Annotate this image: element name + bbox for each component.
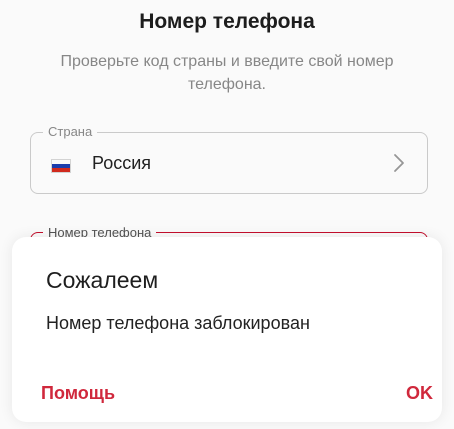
help-button[interactable]: Помощь	[41, 383, 115, 404]
error-dialog: Сожалеем Номер телефона заблокирован Пом…	[12, 237, 442, 422]
ok-button[interactable]: OK	[406, 383, 433, 404]
dialog-message: Номер телефона заблокирован	[46, 313, 310, 333]
dialog-title: Сожалеем	[46, 267, 159, 293]
